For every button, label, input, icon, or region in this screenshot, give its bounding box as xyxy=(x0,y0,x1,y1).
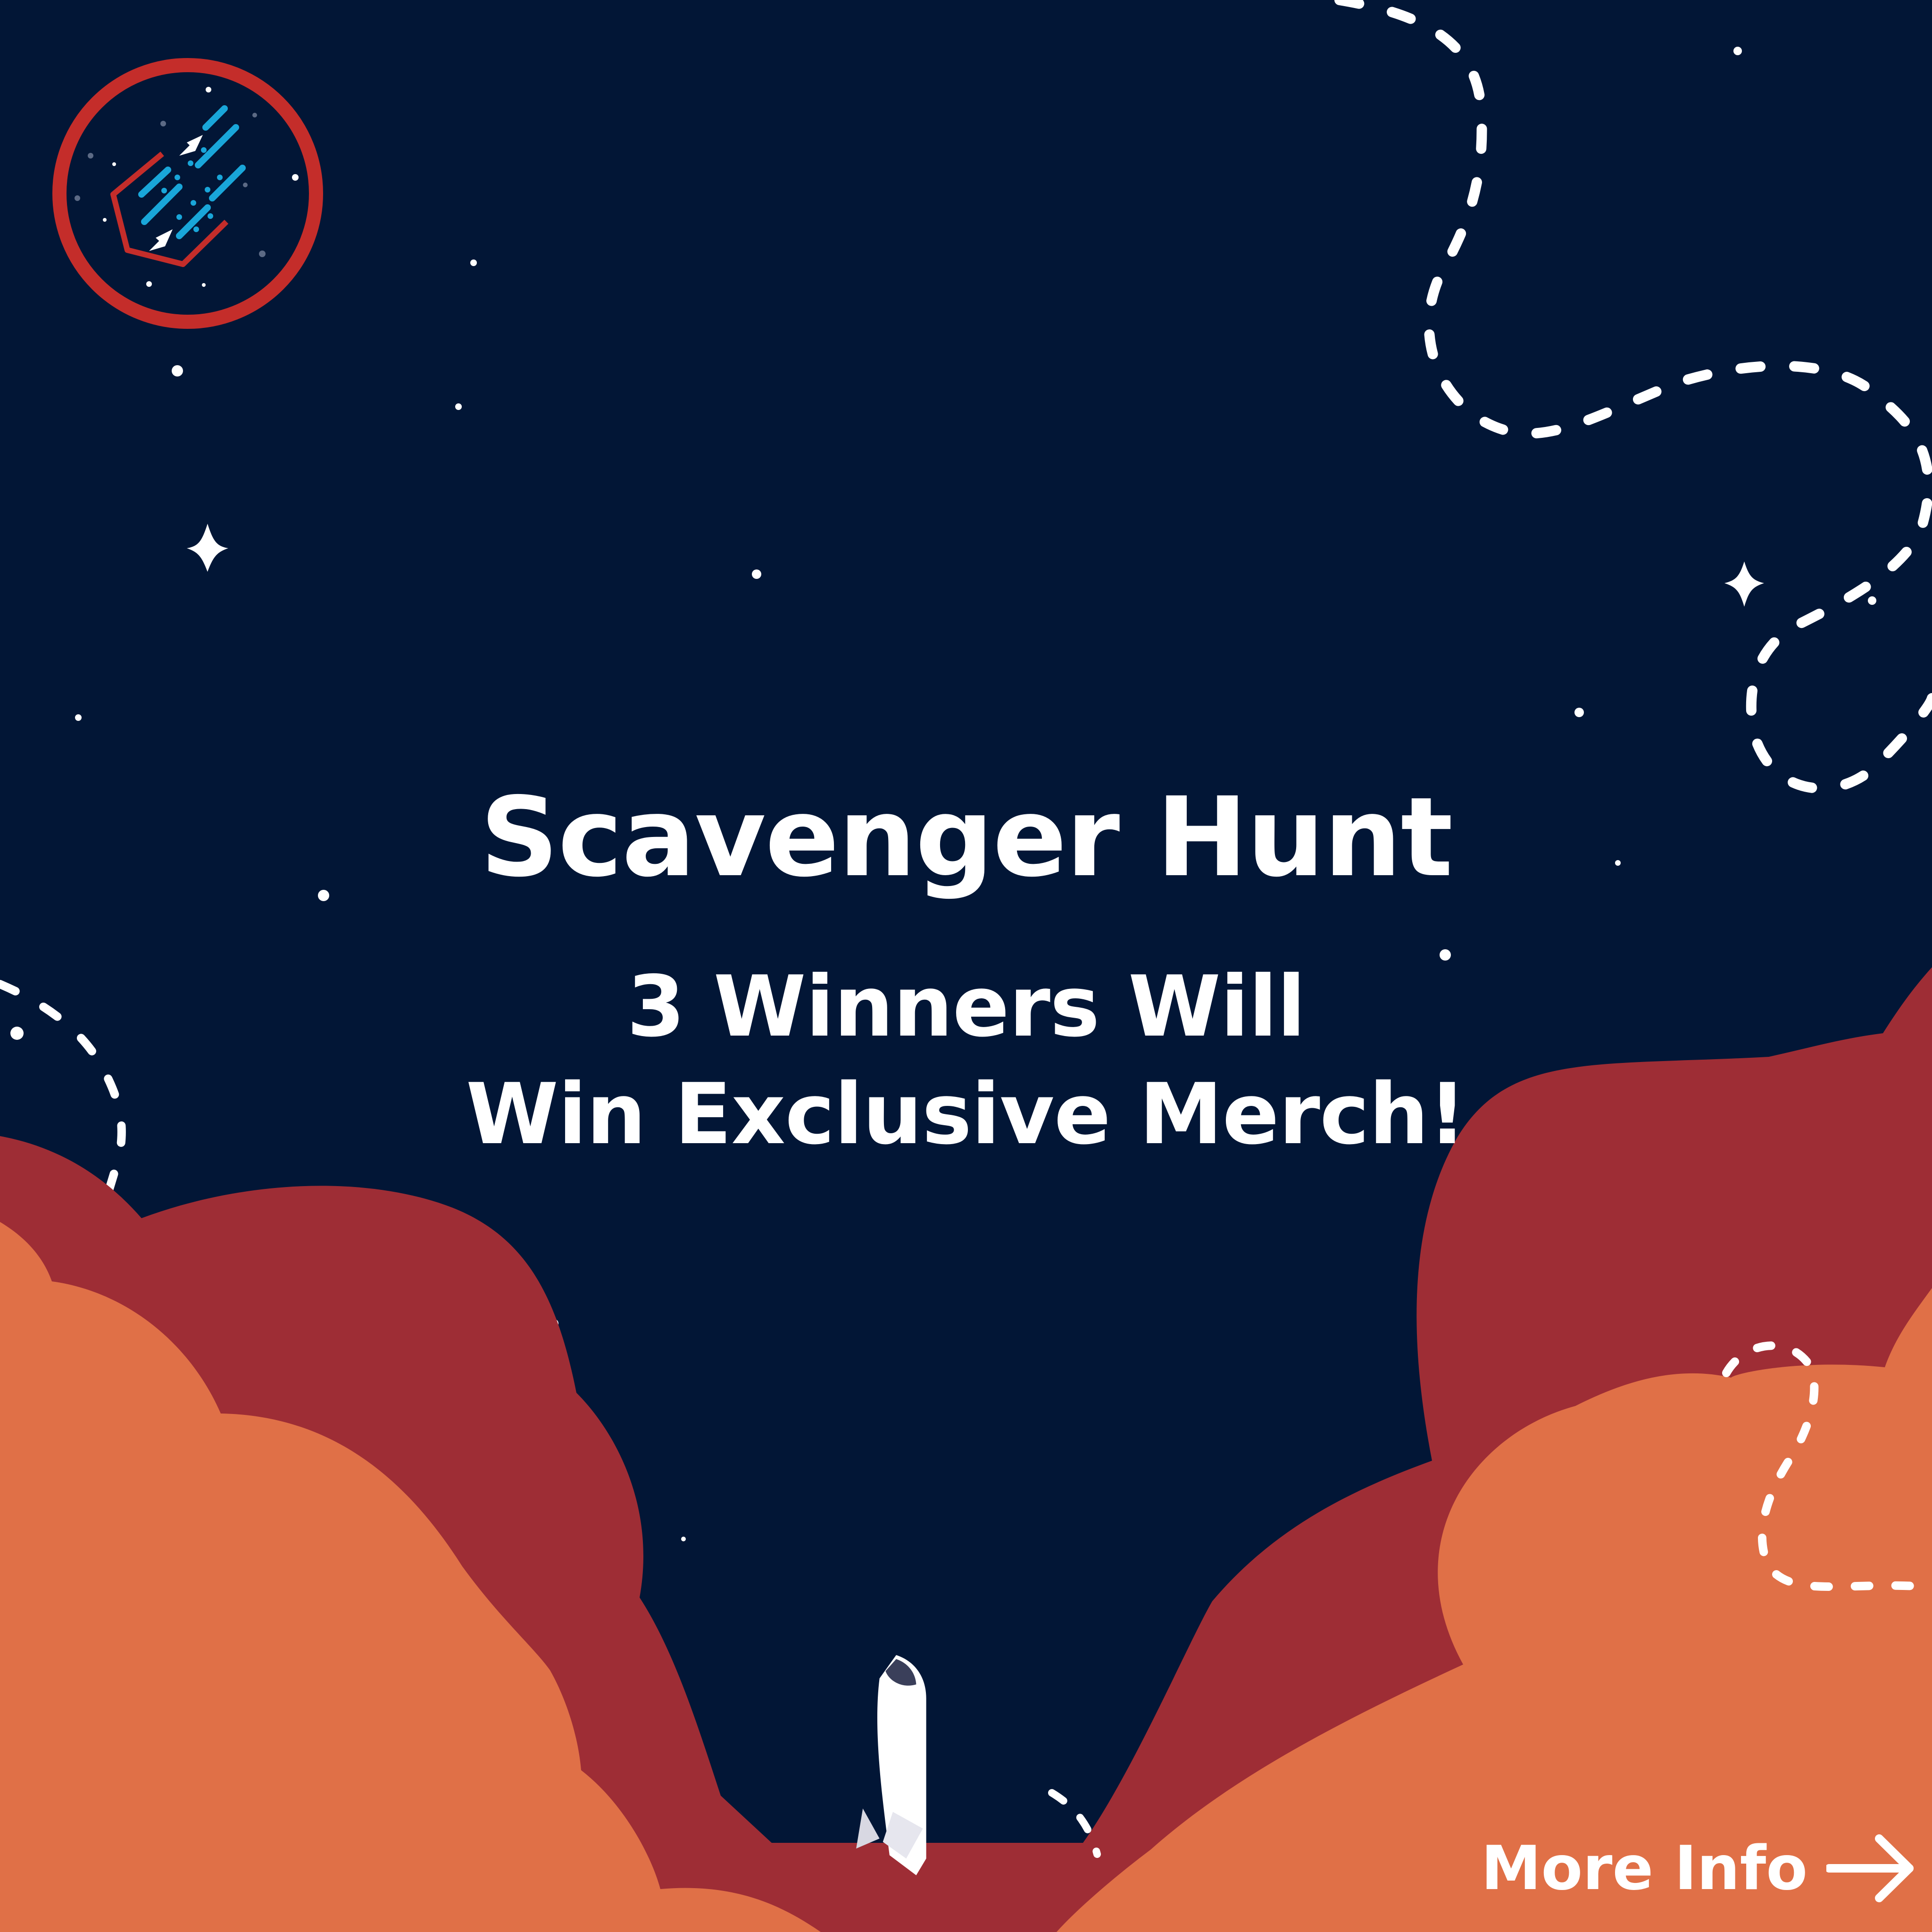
rocket-badge-logo xyxy=(52,58,323,329)
page-title: Scavenger Hunt xyxy=(480,774,1453,901)
sparkle-star xyxy=(187,524,228,572)
more-info-button[interactable]: More Info xyxy=(1481,1831,1916,1906)
promo-card: Scavenger Hunt 3 Winners Will Win Exclus… xyxy=(0,0,1932,1932)
subtitle-line-2: Win Exclusive Merch! xyxy=(466,1065,1466,1163)
more-info-label: More Info xyxy=(1481,1833,1808,1904)
sparkle-star xyxy=(1724,561,1764,607)
dashed-flight-path xyxy=(1334,0,1932,794)
subtitle-line-1: 3 Winners Will xyxy=(626,958,1306,1055)
arrow-right-icon xyxy=(1826,1834,1914,1902)
